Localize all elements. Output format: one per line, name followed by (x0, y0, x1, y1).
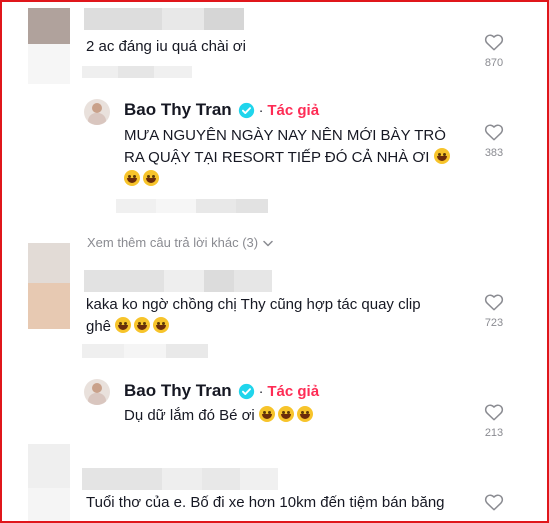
username-pixelated[interactable] (82, 468, 278, 490)
grinning-emoji-icon (153, 317, 170, 333)
like-button[interactable] (474, 493, 514, 511)
avatar-pixelated[interactable] (28, 243, 70, 329)
heart-outline-icon (474, 293, 514, 311)
grinning-emoji-icon (134, 317, 151, 333)
chevron-down-icon (263, 235, 273, 250)
separator-dot: · (258, 102, 264, 118)
comment-meta-pixelated (82, 66, 192, 78)
view-more-replies-button[interactable]: Xem thêm câu trả lời khác (3) (87, 235, 273, 250)
comment-text-line: ghê (86, 316, 421, 338)
heart-outline-icon (474, 123, 514, 141)
like-button[interactable]: 723 (474, 293, 514, 329)
comment-text: Tuổi thơ của e. Bố đi xe hơn 10km đến ti… (86, 494, 445, 511)
grinning-emoji-icon (115, 317, 132, 333)
laughing-emoji-icon (433, 148, 450, 164)
reply-meta-pixelated (116, 199, 268, 213)
avatar-pixelated[interactable] (28, 444, 70, 521)
reply-text-line: RA QUẬY TẠI RESORT TIẾP ĐÓ CẢ NHÀ ƠI (124, 147, 453, 169)
like-count: 383 (484, 147, 504, 159)
reply-text: MƯA NGUYÊN NGÀY NAY NÊN MỚI BÀY TRÒ RA Q… (124, 125, 453, 191)
like-button[interactable]: 383 (474, 123, 514, 159)
comment-text: 2 ac đáng iu quá chài ơi (86, 38, 246, 55)
author-avatar[interactable] (84, 99, 110, 125)
comments-panel: 2 ac đáng iu quá chài ơi 870 Bao Thy Tra… (0, 0, 549, 523)
heart-outline-icon (474, 33, 514, 51)
like-button[interactable]: 870 (474, 33, 514, 69)
author-row: Bao Thy Tran · Tác giả (124, 381, 319, 401)
like-button[interactable]: 213 (474, 403, 514, 439)
author-tag: Tác giả (267, 101, 320, 119)
comment-meta-pixelated (82, 344, 208, 358)
username-pixelated[interactable] (84, 270, 272, 292)
avatar-pixelated[interactable] (28, 8, 70, 84)
like-count: 213 (484, 427, 504, 439)
author-avatar[interactable] (84, 379, 110, 405)
author-name[interactable]: Bao Thy Tran (124, 100, 232, 120)
reply-text: Dụ dữ lắm đó Bé ơi (124, 405, 316, 427)
separator-dot: · (258, 383, 264, 399)
verified-badge-icon (238, 383, 255, 400)
laughing-emoji-icon (143, 170, 159, 186)
laughing-emoji-icon (124, 170, 140, 186)
author-row: Bao Thy Tran · Tác giả (124, 100, 319, 120)
verified-badge-icon (238, 102, 255, 119)
emoji-line (124, 169, 453, 191)
author-name[interactable]: Bao Thy Tran (124, 381, 232, 401)
laughing-emoji-icon (258, 406, 275, 422)
laughing-emoji-icon (277, 406, 294, 422)
heart-outline-icon (474, 403, 514, 421)
heart-outline-icon (474, 493, 514, 511)
author-tag: Tác giả (267, 382, 320, 400)
laughing-emoji-icon (296, 406, 313, 422)
view-more-replies-label: Xem thêm câu trả lời khác (3) (87, 235, 259, 250)
like-count: 870 (484, 57, 504, 69)
reply-text-line: MƯA NGUYÊN NGÀY NAY NÊN MỚI BÀY TRÒ (124, 127, 446, 144)
username-pixelated[interactable] (84, 8, 244, 30)
comment-text: kaka ko ngờ chồng chị Thy cũng hợp tác q… (86, 294, 421, 338)
like-count: 723 (484, 317, 504, 329)
comment-text-line: kaka ko ngờ chồng chị Thy cũng hợp tác q… (86, 296, 421, 313)
